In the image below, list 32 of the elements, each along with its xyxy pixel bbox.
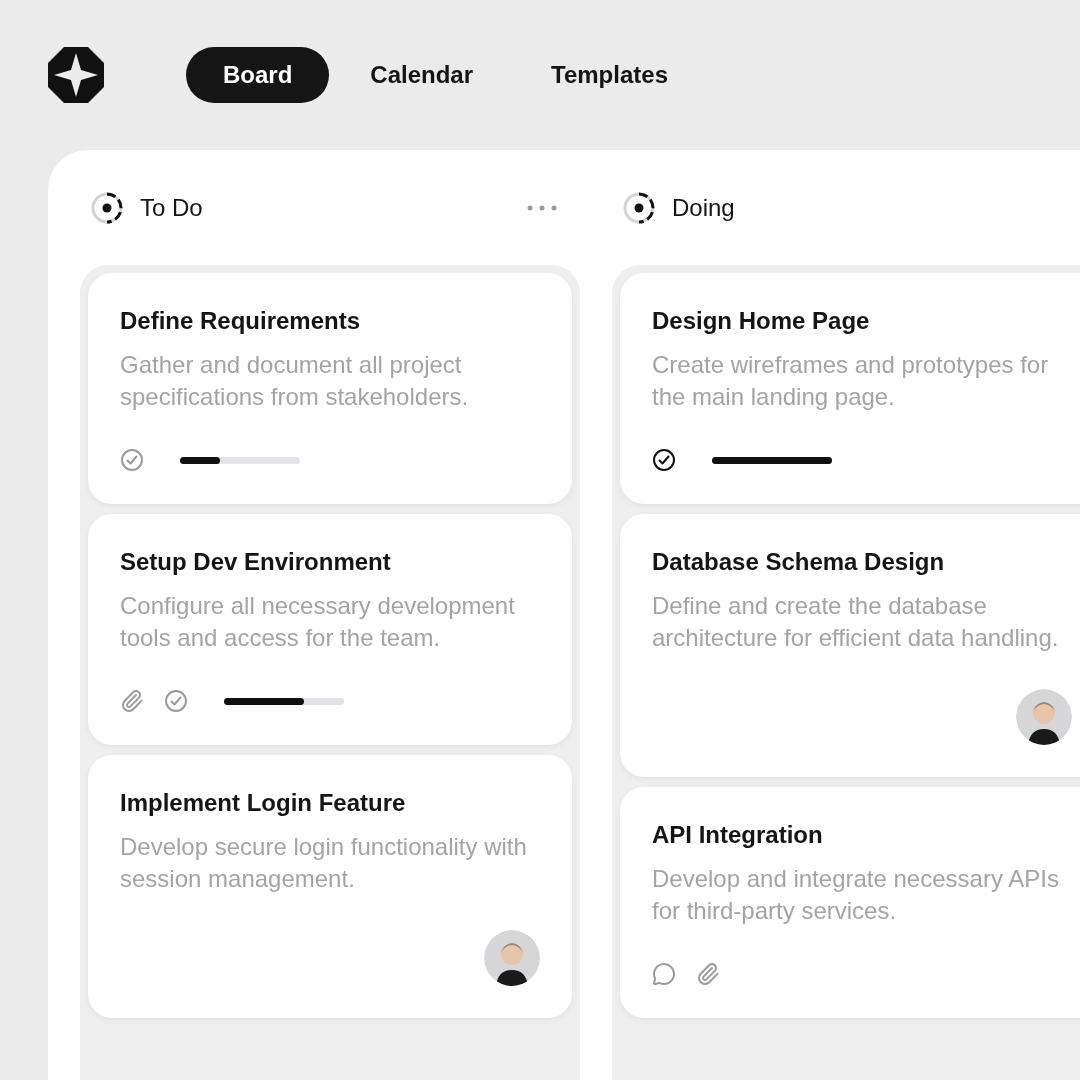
card-description: Develop secure login functionality with session management. — [120, 832, 528, 894]
task-card[interactable]: Setup Dev Environment Configure all necessary development tools and access for the team. — [88, 514, 572, 745]
avatar — [1016, 689, 1072, 745]
task-card[interactable]: Design Home Page Create wireframes and prototypes for the main landing page. — [620, 273, 1080, 504]
status-icon — [90, 191, 124, 225]
card-description: Gather and document all project specifications from stakeholders. — [120, 350, 470, 412]
card-title: API Integration — [652, 820, 824, 850]
logo-icon — [48, 47, 104, 103]
paperclip-icon — [696, 962, 720, 986]
task-card[interactable]: Define Requirements Gather and document all project specifications from stakeholders. — [88, 273, 572, 504]
column-title: To Do — [140, 193, 203, 223]
nav-tab[interactable]: Board — [186, 47, 330, 103]
nav-tab[interactable]: Templates — [514, 47, 705, 103]
task-card[interactable]: Implement Login Feature Develop secure login functionality with session management. — [88, 755, 572, 1018]
card-title: Database Schema Design — [652, 547, 946, 577]
nav-tab[interactable]: Calendar — [333, 47, 511, 103]
card-title: Implement Login Feature — [120, 788, 407, 818]
more-icon[interactable] — [526, 204, 558, 212]
card-title: Define Requirements — [120, 306, 362, 336]
task-card[interactable]: Database Schema Design Define and create the database architecture for efficient data handling. — [620, 514, 1080, 777]
card-title: Design Home Page — [652, 306, 871, 336]
card-title: Setup Dev Environment — [120, 547, 392, 577]
column-title: Doing — [672, 193, 735, 223]
paperclip-icon — [120, 689, 144, 713]
task-card[interactable]: API Integration Develop and integrate necessary APIs for third-party services. — [620, 787, 1080, 1018]
comment-icon — [652, 962, 676, 986]
avatar — [484, 930, 540, 986]
card-description: Create wireframes and prototypes for the main landing page. — [652, 350, 1050, 412]
card-description: Develop and integrate necessary APIs for third-party services. — [652, 864, 1060, 926]
status-icon — [622, 191, 656, 225]
card-description: Define and create the database architecture for efficient data handling. — [652, 591, 1060, 653]
card-description: Configure all necessary development tools and access for the team. — [120, 591, 516, 653]
